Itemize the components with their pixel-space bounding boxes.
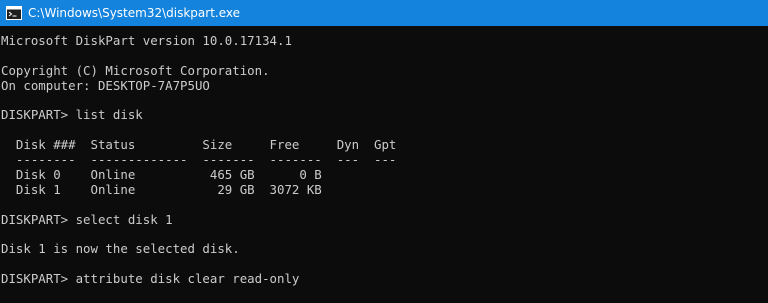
console-window: C:\Windows\System32\diskpart.exe Microso…	[0, 0, 768, 303]
console-line: Microsoft DiskPart version 10.0.17134.1	[1, 33, 292, 48]
console-line: Copyright (C) Microsoft Corporation.	[1, 62, 270, 78]
console-line: DISKPART> attribute disk clear read-only	[1, 271, 300, 287]
console-output[interactable]: Microsoft DiskPart version 10.0.17134.1 …	[0, 26, 768, 303]
console-line: Disk ### Status Size Free Dyn Gpt	[1, 137, 397, 153]
console-line: DISKPART> select disk 1	[1, 211, 173, 227]
console-line: Disk 0 Online 465 GB 0 B	[1, 167, 322, 183]
console-app-icon	[6, 6, 22, 20]
console-line: DISKPART> list disk	[1, 107, 143, 123]
console-line: Disk 1 is now the selected disk.	[1, 241, 240, 257]
console-line: On computer: DESKTOP-7A7P5UO	[1, 77, 210, 93]
window-title: C:\Windows\System32\diskpart.exe	[28, 6, 240, 20]
console-line: -------- ------------- ------- ------- -…	[1, 152, 397, 168]
console-line: Disk 1 Online 29 GB 3072 KB	[1, 181, 322, 197]
title-bar[interactable]: C:\Windows\System32\diskpart.exe	[0, 0, 768, 26]
